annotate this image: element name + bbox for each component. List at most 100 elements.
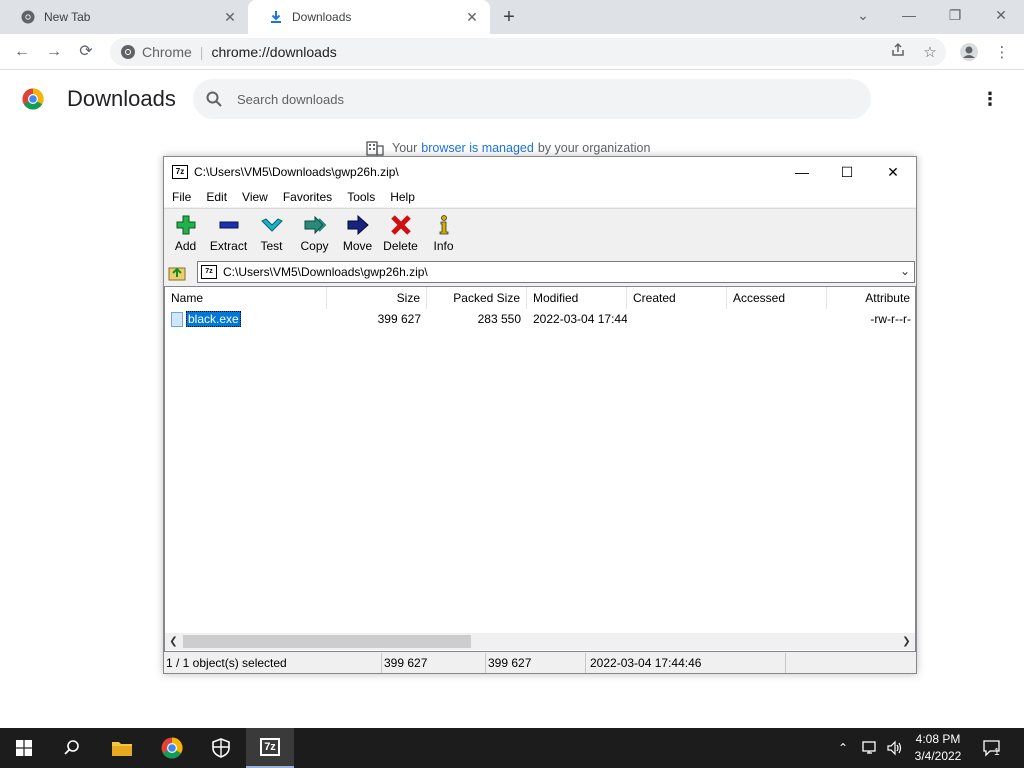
sevenzip-app-icon: 7z [172, 165, 188, 179]
file-attributes: -rw-r--r- [870, 312, 911, 326]
status-size: 399 627 [382, 653, 486, 673]
copy-arrows-icon [303, 213, 327, 237]
reload-button[interactable]: ⟳ [74, 40, 98, 64]
scroll-left-icon[interactable]: ❮ [165, 633, 182, 650]
column-packed-size[interactable]: Packed Size [427, 287, 527, 309]
managed-suffix: by your organization [537, 141, 651, 155]
browser-menu-icon[interactable]: ⋮ [991, 42, 1013, 64]
move-button[interactable]: Move [336, 209, 379, 259]
tab-search-icon[interactable]: ⌄ [848, 4, 878, 26]
tab-new-tab[interactable]: New Tab ✕ [0, 0, 248, 34]
clock-time: 4:08 PM [915, 732, 961, 746]
file-name[interactable]: black.exe [186, 311, 241, 327]
file-accessed [727, 310, 827, 328]
menu-file[interactable]: File [164, 187, 198, 207]
profile-icon[interactable] [958, 42, 980, 64]
site-label: Chrome [142, 44, 192, 60]
column-name[interactable]: Name [165, 287, 327, 309]
sevenzip-window: 7z C:\Users\VM5\Downloads\gwp26h.zip\ — … [163, 156, 917, 674]
chrome-icon [161, 737, 183, 759]
network-icon[interactable] [862, 728, 880, 768]
menu-tools[interactable]: Tools [339, 187, 382, 207]
search-button[interactable] [48, 728, 96, 768]
scroll-right-icon[interactable]: ❯ [898, 633, 915, 650]
search-icon [205, 90, 223, 108]
chrome-logo-icon [22, 88, 44, 110]
restore-button[interactable]: ❐ [940, 4, 970, 26]
column-size[interactable]: Size [327, 287, 427, 309]
menu-view[interactable]: View [234, 187, 275, 207]
clock[interactable]: 4:08 PM 3/4/2022 [910, 731, 966, 765]
column-created[interactable]: Created [627, 287, 727, 309]
windows-logo-icon [16, 740, 32, 756]
shield-icon [212, 738, 230, 758]
menu-help[interactable]: Help [382, 187, 422, 207]
delete-x-icon [389, 213, 413, 237]
delete-button[interactable]: Delete [379, 209, 422, 259]
sevenzip-taskbar-button[interactable]: 7z [246, 728, 294, 768]
sevenzip-title: C:\Users\VM5\Downloads\gwp26h.zip\ [194, 165, 399, 179]
folder-up-icon[interactable] [168, 263, 188, 281]
minus-icon [217, 213, 241, 237]
share-icon[interactable] [887, 42, 909, 64]
volume-icon[interactable] [886, 728, 904, 768]
back-button[interactable]: ← [10, 40, 34, 64]
taskbar: 7z ⌃ 4:08 PM 3/4/2022 1 [0, 728, 1024, 768]
status-bar: 1 / 1 object(s) selected 399 627 399 627… [164, 653, 916, 673]
download-icon [268, 9, 284, 25]
sevenzip-icon: 7z [260, 738, 280, 756]
building-icon [366, 140, 384, 156]
tab-downloads[interactable]: Downloads ✕ [248, 0, 490, 34]
start-button[interactable] [0, 728, 48, 768]
sevenzip-minimize-button[interactable]: — [780, 161, 824, 183]
search-downloads-input[interactable]: Search downloads [193, 79, 871, 119]
page-title: Downloads [67, 86, 176, 111]
notification-count: 1 [994, 746, 1000, 758]
star-icon[interactable]: ☆ [919, 42, 941, 64]
sevenzip-maximize-button[interactable]: ☐ [825, 161, 869, 183]
test-button[interactable]: Test [250, 209, 293, 259]
tab-label: New Tab [44, 10, 91, 24]
downloads-menu-icon[interactable]: ⋮ [980, 88, 1000, 110]
file-icon [171, 312, 183, 328]
tray-chevron-icon[interactable]: ⌃ [838, 728, 848, 768]
new-tab-button[interactable]: + [498, 6, 520, 28]
info-button[interactable]: Info [422, 209, 465, 259]
sevenzip-menubar: File Edit View Favorites Tools Help [164, 187, 916, 207]
search-icon [64, 740, 79, 755]
horizontal-scrollbar[interactable]: ❮ ❯ [165, 633, 915, 650]
column-attributes[interactable]: Attribute [827, 287, 915, 309]
notification-button[interactable]: 1 [982, 728, 1000, 768]
security-taskbar-button[interactable] [197, 728, 245, 768]
forward-button[interactable]: → [42, 40, 66, 64]
scrollbar-thumb[interactable] [183, 635, 471, 648]
menu-edit[interactable]: Edit [198, 187, 234, 207]
file-packed-size: 283 550 [477, 312, 521, 326]
managed-link[interactable]: browser is managed [421, 141, 534, 155]
url-text[interactable]: chrome://downloads [211, 44, 336, 60]
table-row[interactable]: black.exe 399 627 283 550 2022-03-04 17:… [165, 310, 915, 328]
sevenzip-toolbar: Add Extract Test Copy Move Delete Info [164, 208, 916, 258]
tab-strip: New Tab ✕ Downloads ✕ + ⌄ — ❐ ✕ [0, 0, 1024, 34]
menu-favorites[interactable]: Favorites [275, 187, 339, 207]
close-tab-icon[interactable]: ✕ [222, 9, 238, 25]
sevenzip-close-button[interactable]: ✕ [871, 161, 915, 183]
column-accessed[interactable]: Accessed [727, 287, 827, 309]
minimize-button[interactable]: — [894, 4, 924, 26]
close-button[interactable]: ✕ [986, 4, 1016, 26]
chrome-taskbar-button[interactable] [148, 728, 196, 768]
column-modified[interactable]: Modified [527, 287, 627, 309]
extract-button[interactable]: Extract [207, 209, 250, 259]
close-tab-icon[interactable]: ✕ [464, 9, 480, 25]
add-button[interactable]: Add [164, 209, 207, 259]
folder-icon [112, 742, 132, 756]
chrome-favicon-icon [20, 9, 36, 25]
sevenzip-titlebar[interactable]: 7z C:\Users\VM5\Downloads\gwp26h.zip\ — … [164, 157, 916, 187]
plus-icon [174, 213, 198, 237]
file-explorer-button[interactable] [98, 728, 146, 768]
address-bar[interactable]: Chrome | chrome://downloads [110, 38, 946, 66]
managed-notice: Your browser is managed by your organiza… [366, 140, 650, 156]
chevron-down-icon[interactable]: ⌄ [900, 264, 910, 278]
sevenzip-path-input[interactable]: 7z C:\Users\VM5\Downloads\gwp26h.zip\ ⌄ [197, 261, 915, 283]
copy-button[interactable]: Copy [293, 209, 336, 259]
